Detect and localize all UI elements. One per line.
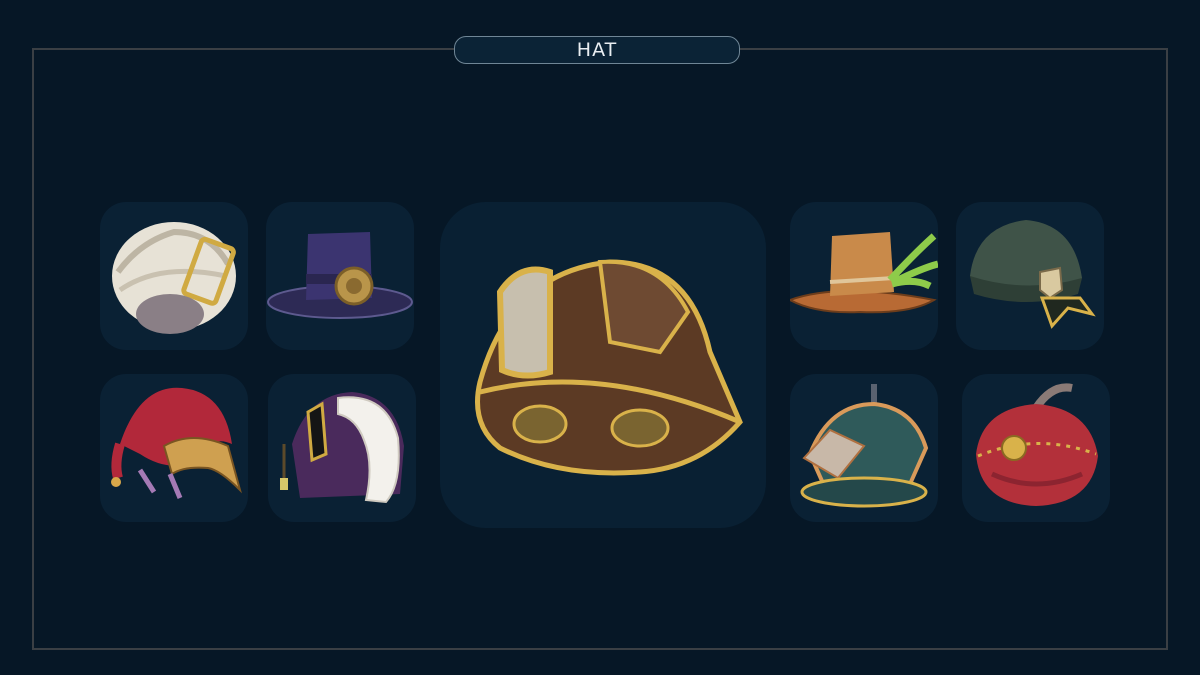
beanie-cap-icon	[970, 220, 1096, 329]
gladiator-helmet-icon	[800, 384, 929, 508]
hat-slot-top-hat[interactable]	[266, 202, 414, 350]
hat-slot-turban[interactable]	[100, 202, 248, 350]
turban-icon	[112, 222, 236, 334]
top-hat-icon	[267, 232, 413, 319]
miner-helmet-icon	[475, 259, 743, 476]
hat-slot-jester[interactable]	[100, 374, 248, 522]
hat-slot-gladiator[interactable]	[790, 374, 938, 522]
hat-slot-red-turban[interactable]	[962, 374, 1110, 522]
ranger-hat-icon	[790, 232, 938, 314]
red-turban-icon	[976, 383, 1098, 506]
category-title-text: HAT	[576, 39, 618, 61]
hat-slot-selected[interactable]	[440, 202, 766, 528]
hat-slot-ranger[interactable]	[790, 202, 938, 350]
jester-mask-hat-icon	[111, 387, 242, 499]
hat-slot-fur-hood[interactable]	[268, 374, 416, 522]
fur-hood-icon	[280, 392, 404, 504]
category-title: HAT	[454, 36, 740, 64]
hat-slot-beanie[interactable]	[956, 202, 1104, 350]
